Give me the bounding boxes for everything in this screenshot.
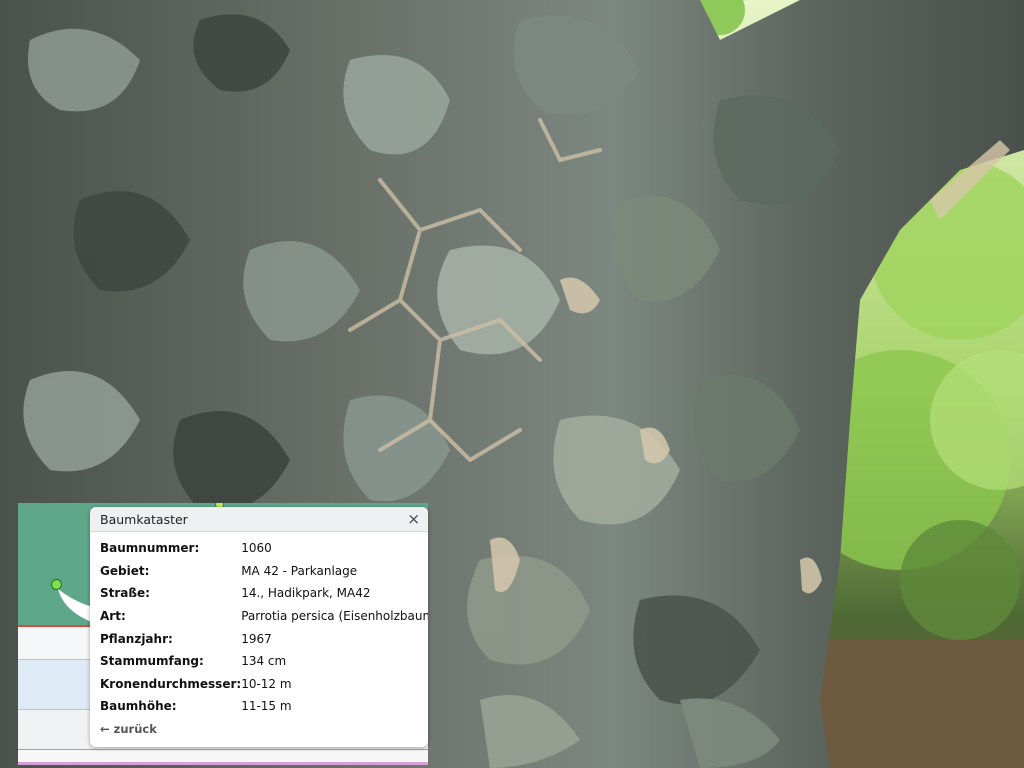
table-row: Art: Parrotia persica (Eisenholzbaum) [100, 605, 428, 628]
attribute-label: Baumnummer: [100, 541, 200, 556]
table-row: Straße: 14., Hadikpark, MA42 [100, 582, 428, 605]
attribute-value: 14., Hadikpark, MA42 [241, 586, 371, 601]
attribute-label: Art: [100, 609, 126, 624]
map-boundary [18, 762, 428, 765]
attribute-value: Parrotia persica (Eisenholzbaum) [241, 609, 428, 624]
attribute-value: 11-15 m [241, 699, 292, 714]
attribute-value: 10-12 m [241, 676, 292, 691]
attribute-label: Stammumfang: [100, 654, 204, 669]
popup-header: Baumkataster × [90, 507, 428, 532]
table-row: Baumnummer: 1060 [100, 537, 428, 560]
close-icon[interactable]: × [407, 509, 420, 529]
attribute-label: Straße: [100, 586, 150, 601]
attribute-label: Gebiet: [100, 563, 150, 578]
popup-title: Baumkataster [100, 512, 188, 527]
attribute-label: Kronendurchmesser: [100, 676, 242, 691]
table-row: Gebiet: MA 42 - Parkanlage [100, 560, 428, 583]
attribute-value: 134 cm [241, 654, 287, 669]
back-link[interactable]: ← zurück [100, 722, 157, 736]
attribute-label: Baumhöhe: [100, 699, 177, 714]
table-row: Baumhöhe: 11-15 m [100, 695, 428, 718]
table-row: Stammumfang: 134 cm [100, 650, 428, 673]
table-row: Kronendurchmesser: 10-12 m [100, 673, 428, 696]
attribute-value: 1060 [241, 541, 272, 556]
attribute-value: 1967 [241, 631, 272, 646]
attribute-table: Baumnummer: 1060 Gebiet: MA 42 - Parkanl… [100, 537, 428, 718]
attribute-value: MA 42 - Parkanlage [241, 563, 358, 578]
attribute-label: Pflanzjahr: [100, 631, 173, 646]
tree-info-popup: Baumkataster × Baumnummer: 1060 Gebiet: … [90, 507, 428, 747]
table-row: Pflanzjahr: 1967 [100, 627, 428, 650]
